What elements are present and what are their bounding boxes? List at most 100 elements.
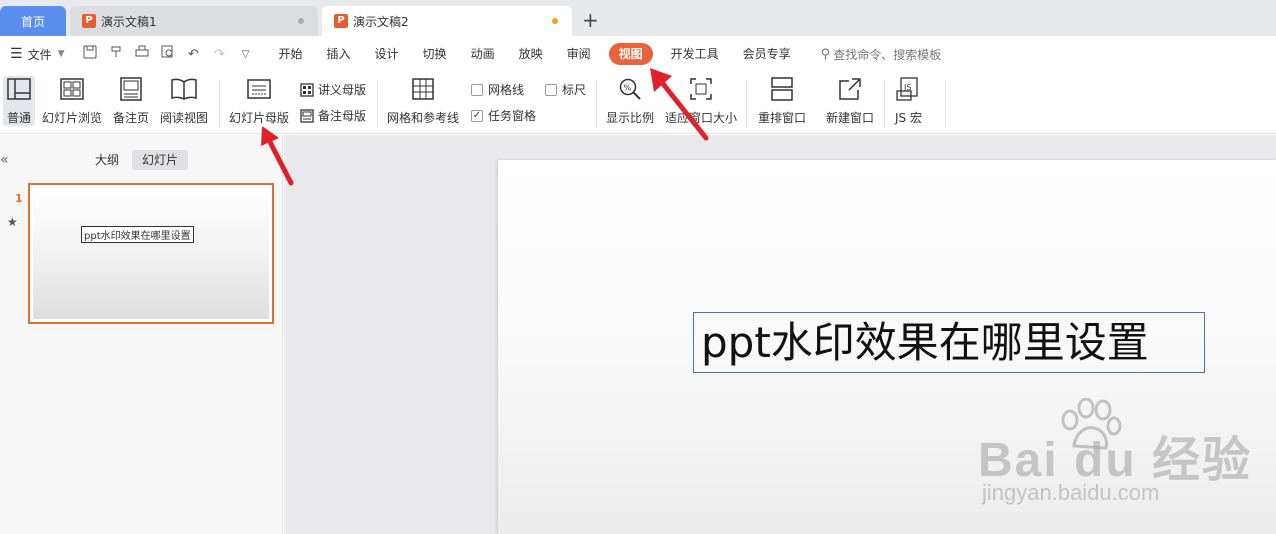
tab-document-2[interactable]: P 演示文稿2	[322, 6, 572, 36]
slide-sorter-icon	[59, 76, 85, 102]
reading-view-button[interactable]: 阅读视图	[160, 76, 208, 126]
command-search[interactable]: ⚲ 查找命令、搜索模板	[821, 46, 942, 63]
handout-master-button[interactable]: 讲义母版	[300, 81, 366, 98]
notes-page-button[interactable]: 备注页	[113, 76, 149, 126]
handout-master-label: 讲义母版	[318, 83, 367, 97]
task-pane-checkbox-checked[interactable]: ✓	[471, 109, 483, 122]
collapse-panel-icon[interactable]: «	[0, 152, 9, 168]
tab-home[interactable]: 首页	[0, 6, 66, 36]
annotation-arrow-slide-master	[261, 126, 294, 186]
ribbon-tab-developer[interactable]: 开发工具	[659, 43, 731, 65]
ribbon-tab-home[interactable]: 开始	[267, 43, 315, 65]
quick-access-toolbar: ↶ ↷ ▽	[81, 45, 255, 63]
search-icon: ⚲	[820, 46, 831, 62]
toolbar-divider	[377, 80, 378, 128]
ribbon-tab-slideshow[interactable]: 放映	[507, 43, 555, 65]
tab-document-1-label: 演示文稿1	[101, 14, 157, 29]
toolbar-divider	[219, 80, 220, 128]
notes-master-button[interactable]: 备注母版	[300, 107, 366, 124]
gridlines-checkbox[interactable]: 网格线	[471, 81, 524, 98]
notes-page-label: 备注页	[113, 111, 150, 125]
tab-outline[interactable]: 大纲	[85, 150, 129, 170]
zoom-percent-icon: %	[617, 76, 643, 102]
slide-master-icon	[246, 76, 272, 102]
grid-guides-button[interactable]: 网格和参考线	[387, 76, 459, 126]
tab-document-2-label: 演示文稿2	[353, 14, 409, 29]
js-macro-icon: JS	[895, 76, 921, 102]
presentation-icon: P	[82, 14, 96, 28]
ribbon-tab-insert[interactable]: 插入	[315, 43, 363, 65]
view-ribbon: 普通 幻灯片浏览 备注页 阅读视图 幻灯片母版 讲义母版 备注母版 网格和参考线…	[0, 72, 1276, 134]
slide-thumbnail-content: ppt水印效果在哪里设置	[33, 188, 269, 319]
ribbon-tab-review[interactable]: 审阅	[555, 43, 603, 65]
svg-text:%: %	[624, 84, 632, 93]
tab-document-1[interactable]: P 演示文稿1	[70, 6, 318, 36]
ribbon-tab-view[interactable]: 视图	[608, 43, 653, 65]
command-search-placeholder: 查找命令、搜索模板	[833, 47, 942, 62]
customize-dropdown-icon[interactable]: ▽	[237, 49, 255, 60]
ruler-checkbox-box[interactable]	[545, 83, 557, 96]
slide-master-button[interactable]: 幻灯片母版	[229, 76, 289, 126]
menu-bar: ☰ 文件 ▼ ↶ ↷ ▽ 开始 插入 设计 切换 动画 放映 审阅 视图 开发工…	[0, 36, 1276, 72]
star-icon: ★	[7, 215, 18, 229]
task-pane-checkbox[interactable]: ✓ 任务窗格	[471, 107, 536, 124]
notes-master-icon	[300, 108, 314, 123]
file-menu[interactable]: ☰ 文件 ▼	[10, 46, 65, 63]
new-tab-button[interactable]: +	[582, 8, 599, 32]
tab-status-dot[interactable]	[298, 18, 304, 24]
file-menu-label: 文件	[27, 47, 52, 62]
reading-view-label: 阅读视图	[160, 111, 209, 125]
new-window-button[interactable]: 新建窗口	[826, 76, 874, 126]
ribbon-tab-member[interactable]: 会员专享	[731, 43, 803, 65]
svg-text:JS: JS	[903, 83, 911, 92]
arrange-windows-button[interactable]: 重排窗口	[758, 76, 806, 126]
slide-title-textbox[interactable]: ppt水印效果在哪里设置	[693, 312, 1205, 373]
slide-number: 1	[15, 192, 23, 205]
normal-view-label: 普通	[6, 111, 31, 125]
slide-thumbnail[interactable]: ppt水印效果在哪里设置	[28, 183, 274, 324]
hamburger-icon: ☰	[10, 46, 23, 62]
window-tab-bar: 首页 P 演示文稿1 P 演示文稿2 +	[0, 0, 1276, 36]
thumbnail-title-text: ppt水印效果在哪里设置	[81, 226, 194, 243]
toolbar-divider	[596, 80, 597, 128]
arrange-windows-label: 重排窗口	[758, 111, 807, 125]
slide-sorter-label: 幻灯片浏览	[42, 111, 103, 125]
gridlines-label: 网格线	[488, 83, 525, 97]
notes-master-label: 备注母版	[318, 109, 367, 123]
ribbon-tab-animations[interactable]: 动画	[459, 43, 507, 65]
task-pane-label: 任务窗格	[488, 109, 537, 123]
baidu-jingyan-watermark: Bai du 经验 jingyan.baidu.com	[978, 398, 1250, 510]
toolbar-divider	[945, 80, 946, 128]
grid-icon	[410, 76, 436, 102]
watermark-url: jingyan.baidu.com	[982, 480, 1160, 505]
save-icon[interactable]	[81, 45, 99, 63]
annotation-arrow-view-tab	[650, 68, 709, 141]
ruler-checkbox[interactable]: 标尺	[545, 81, 586, 98]
arrange-windows-icon	[769, 76, 795, 102]
ribbon-tab-design[interactable]: 设计	[363, 43, 411, 65]
redo-icon[interactable]: ↷	[211, 47, 229, 62]
print-preview-icon[interactable]	[159, 45, 177, 63]
gridlines-checkbox-box[interactable]	[471, 83, 483, 96]
toolbar-divider	[884, 80, 885, 128]
new-window-label: 新建窗口	[826, 111, 875, 125]
notes-page-icon	[118, 76, 144, 102]
tab-slides[interactable]: 幻灯片	[132, 150, 189, 170]
presentation-icon: P	[334, 14, 348, 28]
normal-view-button[interactable]: 普通	[3, 76, 35, 126]
new-window-icon	[837, 76, 863, 102]
undo-icon[interactable]: ↶	[185, 47, 203, 62]
print-icon[interactable]	[133, 45, 151, 63]
ribbon-tab-transitions[interactable]: 切换	[411, 43, 459, 65]
grid-guides-label: 网格和参考线	[387, 111, 460, 125]
slide-sorter-button[interactable]: 幻灯片浏览	[42, 76, 102, 126]
normal-view-icon	[6, 76, 32, 102]
js-macro-label: JS 宏	[895, 111, 922, 125]
unsaved-dot[interactable]	[552, 18, 558, 24]
format-painter-icon[interactable]	[107, 45, 125, 63]
ruler-label: 标尺	[562, 83, 587, 97]
book-icon	[171, 76, 197, 102]
handout-master-icon	[300, 82, 314, 97]
chevron-down-icon: ▼	[57, 49, 65, 59]
js-macro-button[interactable]: JS JS 宏	[895, 76, 922, 126]
